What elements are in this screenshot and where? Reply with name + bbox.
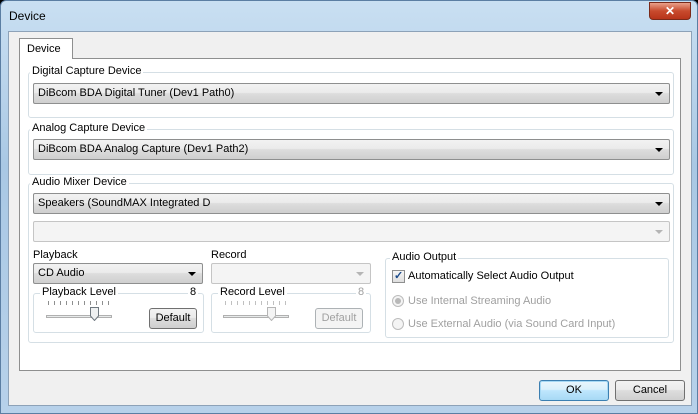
record-level-slider[interactable] — [221, 299, 291, 323]
record-label: Record — [211, 249, 247, 261]
digital-capture-select[interactable]: DiBcom BDA Digital Tuner (Dev1 Path0) — [33, 83, 670, 104]
record-select[interactable] — [211, 263, 371, 284]
playback-default-button[interactable]: Default — [149, 308, 197, 329]
internal-audio-radio[interactable] — [392, 295, 404, 307]
analog-capture-select[interactable]: DiBcom BDA Analog Capture (Dev1 Path2) — [33, 139, 670, 160]
cancel-button[interactable]: Cancel — [615, 380, 685, 401]
digital-capture-label: Digital Capture Device — [30, 65, 144, 77]
chevron-down-icon — [655, 148, 663, 152]
chevron-down-icon — [655, 202, 663, 206]
slider-track — [46, 315, 112, 318]
window-title: Device — [9, 9, 46, 23]
device-dialog: Device ✕ Device Digital Capture Device D… — [0, 0, 698, 414]
analog-capture-value: DiBcom BDA Analog Capture (Dev1 Path2) — [38, 143, 249, 155]
record-default-button[interactable]: Default — [315, 308, 363, 329]
close-button[interactable]: ✕ — [649, 2, 691, 20]
slider-thumb-icon[interactable] — [90, 307, 99, 321]
auto-select-label[interactable]: Automatically Select Audio Output — [408, 270, 574, 282]
record-level-label: Record Level — [218, 286, 287, 298]
close-icon: ✕ — [664, 4, 676, 18]
slider-ticks — [48, 301, 110, 305]
audio-output-label: Audio Output — [390, 251, 459, 263]
audio-mixer-select[interactable]: Speakers (SoundMAX Integrated D — [33, 193, 670, 214]
chevron-down-icon — [356, 272, 364, 276]
playback-value: CD Audio — [38, 267, 85, 279]
external-audio-label[interactable]: Use External Audio (via Sound Card Input… — [408, 318, 615, 330]
playback-label: Playback — [33, 249, 78, 261]
slider-track — [223, 315, 289, 318]
playback-level-slider[interactable] — [44, 299, 114, 323]
digital-capture-value: DiBcom BDA Digital Tuner (Dev1 Path0) — [38, 87, 235, 99]
playback-level-label: Playback Level — [40, 286, 118, 298]
audio-mixer-value: Speakers (SoundMAX Integrated D — [38, 197, 211, 209]
playback-level-value: 8 — [188, 286, 199, 298]
external-audio-radio[interactable] — [392, 318, 404, 330]
tab-device-label: Device — [27, 43, 61, 55]
tab-device[interactable]: Device — [19, 38, 73, 59]
record-level-value: 8 — [356, 286, 367, 298]
slider-ticks — [225, 301, 287, 305]
title-bar[interactable]: Device ✕ — [1, 1, 697, 31]
analog-capture-label: Analog Capture Device — [30, 122, 148, 134]
chevron-down-icon — [655, 230, 663, 234]
client-area: Device Digital Capture Device DiBcom BDA… — [8, 31, 692, 406]
internal-audio-label[interactable]: Use Internal Streaming Audio — [408, 295, 551, 307]
audio-mixer-line-select[interactable] — [33, 221, 670, 242]
ok-button[interactable]: OK — [539, 380, 609, 401]
slider-thumb-icon[interactable] — [267, 307, 276, 321]
playback-select[interactable]: CD Audio — [33, 263, 203, 284]
checkmark-icon: ✓ — [394, 270, 404, 282]
tab-panel-device: Digital Capture Device DiBcom BDA Digita… — [19, 58, 681, 371]
chevron-down-icon — [655, 92, 663, 96]
chevron-down-icon — [188, 272, 196, 276]
audio-mixer-label: Audio Mixer Device — [30, 176, 129, 188]
auto-select-checkbox[interactable]: ✓ — [392, 270, 405, 283]
